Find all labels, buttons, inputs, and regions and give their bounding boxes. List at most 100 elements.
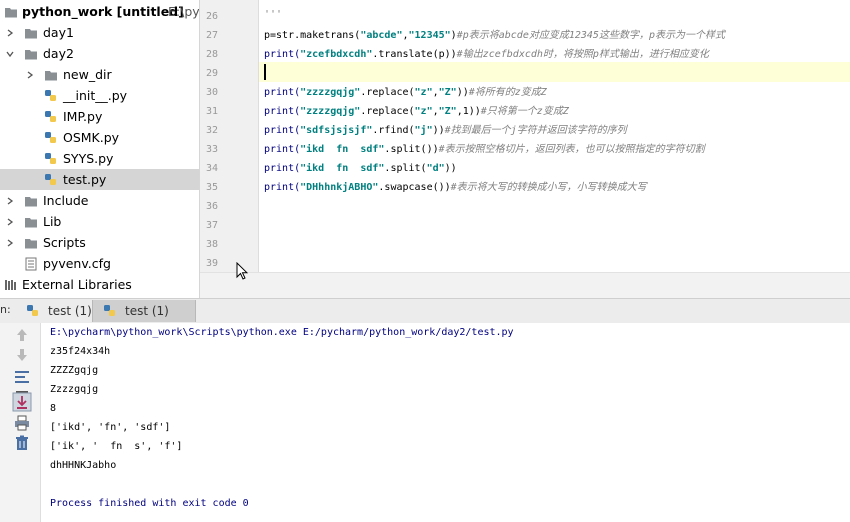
- project-path: E:\pyc: [168, 4, 200, 19]
- project-name: python_work [untitled]: [22, 4, 184, 19]
- python-file-icon: [44, 172, 58, 186]
- code-token: ,1)): [456, 106, 481, 117]
- tree-item-syys-py[interactable]: SYYS.py: [0, 148, 199, 169]
- line-number: 32: [205, 125, 218, 136]
- code-token: print(: [264, 106, 301, 117]
- tree-item-lib[interactable]: Lib: [0, 211, 199, 232]
- code-line-34: print("ikd fn sdf".split("d")): [264, 159, 457, 178]
- arrow-down-icon[interactable]: [14, 347, 30, 363]
- tree-item-label: Lib: [43, 214, 62, 229]
- code-comment: #表示按照空格切片，返回列表，也可以按照指定的字符切割: [438, 144, 705, 155]
- tree-item-new-dir[interactable]: new_dir: [0, 64, 199, 85]
- tree-item-init-py[interactable]: __init__.py: [0, 85, 199, 106]
- code-token: p=str.maketrans(: [264, 30, 361, 41]
- folder-icon: [4, 4, 18, 18]
- code-token: )): [456, 87, 469, 98]
- tree-item-label: day1: [43, 25, 74, 40]
- code-token: "ikd fn sdf": [300, 163, 385, 174]
- tree-item-external-libraries[interactable]: External Libraries: [0, 274, 199, 295]
- run-tab-bar: n: test (1) test (1): [0, 298, 850, 324]
- line-number: 33: [205, 144, 218, 155]
- tree-item-test-py[interactable]: test.py: [0, 169, 199, 190]
- libraries-icon: [4, 277, 18, 291]
- tree-item-label: test.py: [63, 172, 107, 187]
- code-comment: #p表示将abcde对应变成12345这些数字，p表示为一个样式: [456, 30, 725, 41]
- tree-item-include[interactable]: Include: [0, 190, 199, 211]
- python-file-icon: [44, 88, 58, 102]
- line-number: 36: [205, 201, 218, 212]
- print-icon[interactable]: [14, 415, 30, 431]
- console-line: ['ik', ' fn s', 'f']: [50, 441, 183, 452]
- tree-item-day2[interactable]: day2: [0, 43, 199, 64]
- python-file-icon: [27, 305, 38, 316]
- code-token: print(: [264, 49, 301, 60]
- tree-item-label: OSMK.py: [63, 130, 120, 145]
- code-token: "Z": [438, 106, 457, 117]
- line-number: 37: [205, 220, 218, 231]
- line-number: 34: [205, 163, 218, 174]
- chevron-right-icon[interactable]: [6, 197, 14, 205]
- console-line: ['ikd', 'fn', 'sdf']: [50, 422, 171, 433]
- scroll-to-end-icon[interactable]: [12, 392, 32, 412]
- code-comment: #表示将大写的转换成小写，小写转换成大写: [450, 182, 647, 193]
- code-line-33: print("ikd fn sdf".split())#表示按照空格切片，返回列…: [264, 140, 705, 159]
- arrow-up-icon[interactable]: [14, 327, 30, 343]
- code-token: )): [444, 163, 457, 174]
- code-token: "12345": [408, 30, 451, 41]
- code-token: "zzzzgqjg": [300, 87, 361, 98]
- code-token: "z": [414, 106, 433, 117]
- trash-icon[interactable]: [14, 435, 30, 451]
- run-tab-label: test (1): [125, 304, 169, 318]
- chevron-down-icon[interactable]: [6, 50, 14, 58]
- run-tab-2[interactable]: test (1): [92, 300, 196, 322]
- line-number: 27: [205, 30, 218, 41]
- line-number: 39: [205, 258, 218, 269]
- mouse-cursor-icon: [236, 262, 248, 280]
- tree-item-imp-py[interactable]: IMP.py: [0, 106, 199, 127]
- line-number: 26: [205, 11, 218, 22]
- chevron-right-icon[interactable]: [26, 71, 34, 79]
- console-line: Zzzzgqjg: [50, 384, 99, 395]
- tree-item-day1[interactable]: day1: [0, 22, 199, 43]
- code-editor[interactable]: 26 27 28 29 30 31 32 33 34 35 36 37 38 3…: [200, 0, 850, 299]
- code-token: )): [432, 125, 445, 136]
- folder-icon: [24, 214, 38, 228]
- code-token: .swapcase()): [378, 182, 451, 193]
- tree-item-label: IMP.py: [63, 109, 103, 124]
- tree-root-project[interactable]: python_work [untitled] E:\pyc: [0, 1, 199, 22]
- code-line-27: p=str.maketrans("abcde","12345")#p表示将abc…: [264, 26, 725, 45]
- code-token: "DHhhnkjABHO": [300, 182, 379, 193]
- python-file-icon: [44, 109, 58, 123]
- line-number: 38: [205, 239, 218, 250]
- chevron-right-icon[interactable]: [6, 29, 14, 37]
- chevron-right-icon[interactable]: [6, 218, 14, 226]
- code-token: "ikd fn sdf": [300, 144, 385, 155]
- code-line-32: print("sdfsjsjsjf".rfind("j"))#找到最后一个j字符…: [264, 121, 627, 140]
- tree-item-label: Scripts: [43, 235, 86, 250]
- code-token: "j": [414, 125, 433, 136]
- tree-item-scripts[interactable]: Scripts: [0, 232, 199, 253]
- code-token: print(: [264, 87, 301, 98]
- line-number: 30: [205, 87, 218, 98]
- code-token: .replace(: [360, 106, 415, 117]
- code-line-31: print("zzzzgqjg".replace("z","Z",1))#只将第…: [264, 102, 569, 121]
- line-number: 35: [205, 182, 218, 193]
- run-console[interactable]: E:\pycharm\python_work\Scripts\python.ex…: [0, 323, 850, 522]
- code-line-30: print("zzzzgqjg".replace("z","Z"))#将所有的z…: [264, 83, 547, 102]
- tree-item-osmk-py[interactable]: OSMK.py: [0, 127, 199, 148]
- code-token: "z": [414, 87, 433, 98]
- code-comment: #输出zcefbdxcdh时，将按照p样式输出，进行相应变化: [456, 49, 709, 60]
- code-token: "Z": [438, 87, 457, 98]
- code-line-28: print("zcefbdxcdh".translate(p))#输出zcefb…: [264, 45, 709, 64]
- code-line-35: print("DHhhnkjABHO".swapcase())#表示将大写的转换…: [264, 178, 647, 197]
- python-file-icon: [44, 151, 58, 165]
- tree-item-label: new_dir: [63, 67, 112, 82]
- tree-item-label: day2: [43, 46, 74, 61]
- folder-icon: [24, 193, 38, 207]
- code-token: print(: [264, 182, 301, 193]
- tree-item-pyvenv-cfg[interactable]: pyvenv.cfg: [0, 253, 199, 274]
- soft-wrap-icon[interactable]: [14, 369, 30, 385]
- line-number: 28: [205, 49, 218, 60]
- chevron-right-icon[interactable]: [6, 239, 14, 247]
- code-token: print(: [264, 163, 301, 174]
